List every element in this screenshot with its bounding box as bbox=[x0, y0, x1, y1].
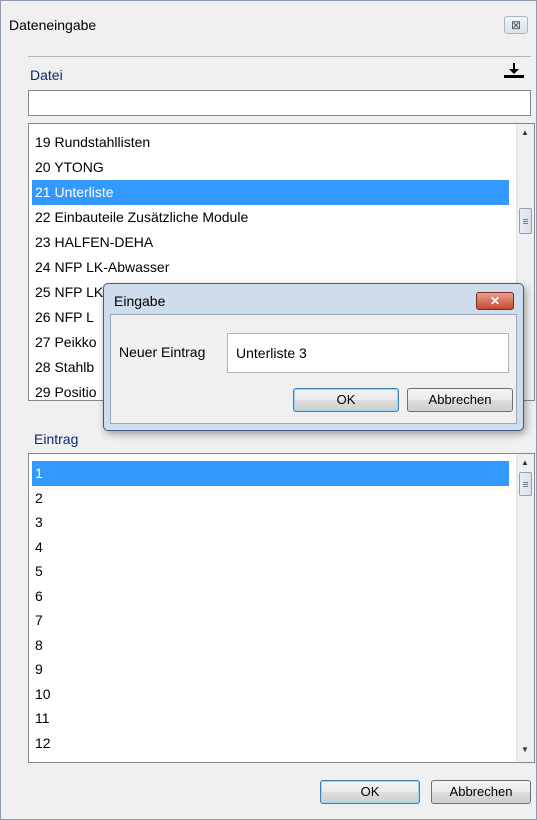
dialog-cancel-button[interactable]: Abbrechen bbox=[407, 388, 513, 412]
list-item[interactable]: 19 Rundstahllisten bbox=[35, 130, 150, 155]
list-item[interactable]: 7 bbox=[35, 608, 43, 633]
list-item[interactable]: 28 Stahlb bbox=[35, 355, 94, 380]
eintrag-label: Eintrag bbox=[34, 431, 79, 447]
list-item[interactable]: 22 Einbauteile Zusätzliche Module bbox=[35, 205, 248, 230]
list-item[interactable]: 12 bbox=[35, 731, 51, 756]
ok-button[interactable]: OK bbox=[320, 780, 420, 804]
dialog-body: Neuer Eintrag OK Abbrechen bbox=[110, 314, 517, 424]
list-item[interactable]: 1 bbox=[32, 461, 509, 486]
list-item[interactable]: 21 Unterliste bbox=[32, 180, 509, 205]
cancel-button[interactable]: Abbrechen bbox=[431, 780, 531, 804]
close-icon[interactable]: ⊠ bbox=[504, 16, 528, 34]
upload-tray-icon[interactable] bbox=[501, 61, 527, 81]
dialog-close-icon[interactable]: ✕ bbox=[476, 292, 514, 310]
list-item[interactable]: 23 HALFEN-DEHA bbox=[35, 230, 153, 255]
dialog-title: Eingabe bbox=[114, 293, 166, 309]
list-item[interactable]: 11 bbox=[35, 706, 50, 731]
eintrag-list[interactable]: 1 2 3 4 5 6 7 8 9 10 11 12 ▲ ▼ bbox=[28, 453, 535, 763]
list-item[interactable]: 27 Peikko bbox=[35, 330, 96, 355]
list-item[interactable]: 2 bbox=[35, 486, 43, 511]
title-bar: Dateneingabe ⊠ bbox=[1, 1, 536, 47]
list-item[interactable]: 9 bbox=[35, 657, 43, 682]
datei-input[interactable] bbox=[28, 90, 531, 116]
scroll-down-icon[interactable]: ▼ bbox=[521, 745, 529, 754]
neuer-eintrag-label: Neuer Eintrag bbox=[119, 344, 206, 360]
list-item[interactable]: 26 NFP L bbox=[35, 305, 94, 330]
neuer-eintrag-input[interactable] bbox=[227, 333, 509, 373]
scroll-up-icon[interactable]: ▲ bbox=[521, 458, 529, 467]
list-item[interactable]: 24 NFP LK-Abwasser bbox=[35, 255, 169, 280]
scroll-up-icon[interactable]: ▲ bbox=[521, 128, 529, 137]
eingabe-dialog: Eingabe ✕ Neuer Eintrag OK Abbrechen bbox=[103, 283, 524, 431]
list-item[interactable]: 6 bbox=[35, 584, 43, 609]
list-item[interactable]: 5 bbox=[35, 559, 43, 584]
eintrag-list-scrollbar[interactable]: ▲ ▼ bbox=[516, 454, 534, 762]
list-item[interactable]: 29 Positio bbox=[35, 380, 96, 400]
list-item[interactable]: 20 YTONG bbox=[35, 155, 104, 180]
datei-label: Datei bbox=[30, 67, 63, 83]
window-title: Dateneingabe bbox=[9, 17, 97, 33]
dialog-ok-button[interactable]: OK bbox=[293, 388, 399, 412]
list-item[interactable]: 10 bbox=[35, 682, 51, 707]
scroll-thumb[interactable] bbox=[519, 208, 532, 234]
list-item[interactable]: 8 bbox=[35, 633, 43, 658]
list-item[interactable]: 3 bbox=[35, 510, 43, 535]
scroll-thumb[interactable] bbox=[519, 472, 532, 496]
datei-header: Datei bbox=[28, 56, 531, 86]
list-item[interactable]: 4 bbox=[35, 535, 43, 560]
